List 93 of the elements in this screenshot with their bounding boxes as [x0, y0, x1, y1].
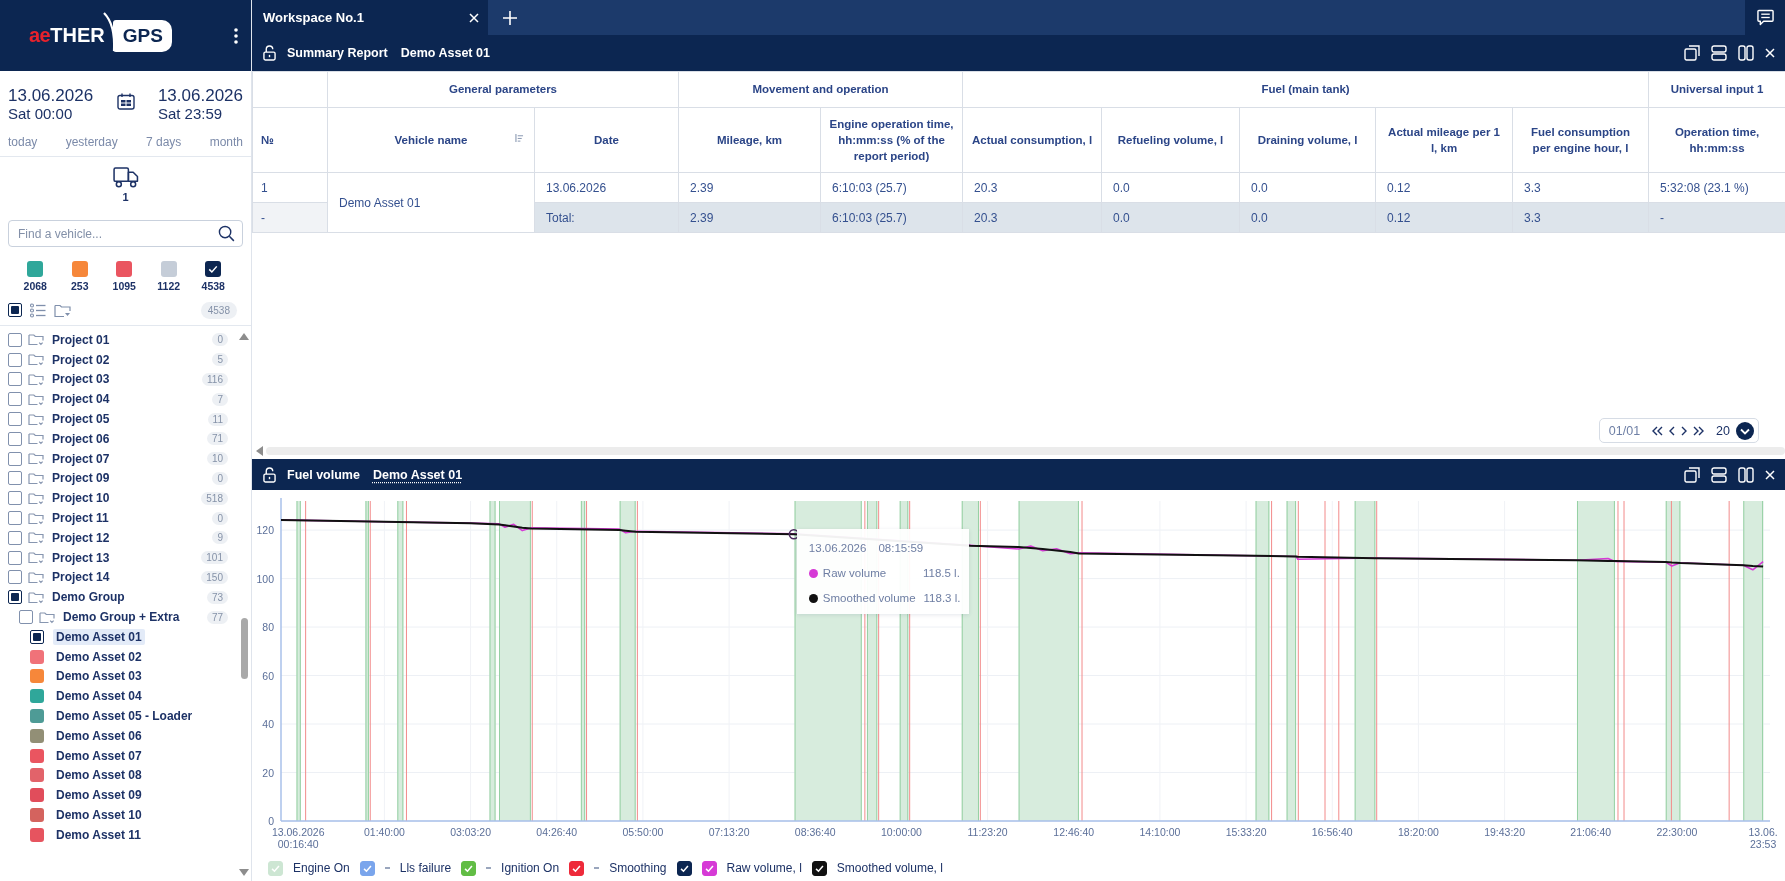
table-cell: 0.12: [1375, 172, 1513, 203]
count-badge: 0: [212, 511, 228, 525]
logo-wordmark: THER: [50, 24, 105, 47]
count-badge: 5: [212, 353, 228, 367]
tooltip-value: 118.5 l.: [922, 567, 960, 580]
count-badge: 0: [212, 471, 228, 485]
table-cell: 2.39: [678, 202, 821, 233]
filter-count: 1122: [157, 280, 181, 292]
axis-tick-label: 04:26:40: [536, 826, 578, 838]
count-badge: 10: [206, 452, 228, 466]
count-badge: 150: [201, 570, 228, 584]
axis-tick-label: 13.06.2026 00:16:40: [271, 826, 325, 850]
count-badge: 77: [206, 610, 228, 624]
table-cell: 3.3: [1512, 172, 1649, 203]
chart-title: Fuel volume: [287, 467, 360, 482]
table-cell: 3.3: [1512, 202, 1649, 233]
logo-badge: GPS: [112, 19, 172, 52]
filter-count: 1095: [112, 280, 136, 292]
column-header: №: [252, 107, 328, 173]
axis-tick-label: 60: [262, 669, 274, 682]
table-cell: 0.0: [1101, 172, 1240, 203]
count-badge: 518: [201, 491, 228, 505]
tooltip-value: 118.3 l.: [922, 592, 961, 605]
column-header: Engine operation time, hh:mm:ss (% of the report period): [820, 107, 963, 173]
column-header: Date: [534, 107, 679, 173]
axis-tick-label: 13.06. 23:53: [1748, 826, 1778, 850]
row-number: -: [252, 202, 328, 233]
table-cell: 0.0: [1101, 202, 1240, 233]
tooltip-time: 08:15:59: [878, 542, 924, 555]
axis-tick-label: 0: [268, 815, 274, 827]
count-badge: 7: [212, 392, 228, 406]
column-group-header: General parameters: [327, 71, 679, 108]
count-badge: 71: [206, 432, 228, 446]
axis-tick-label: 14:10:00: [1139, 826, 1181, 838]
filter-count: 2068: [23, 280, 47, 292]
axis-tick-label: 07:13:20: [708, 826, 750, 838]
filter-count: 4538: [201, 280, 225, 292]
table-cell: 20.3: [962, 202, 1102, 233]
tooltip-date: 13.06.2026: [808, 542, 867, 555]
axis-tick-label: 16:56:40: [1311, 826, 1353, 838]
axis-tick-label: 40: [262, 718, 274, 731]
axis-tick-label: 20: [262, 766, 274, 779]
column-header: Actual consumption, l: [962, 107, 1102, 173]
table-cell: Demo Asset 01: [327, 172, 535, 233]
axis-tick-label: 22:30:00: [1656, 826, 1698, 838]
total-count-badge: 4538: [200, 301, 237, 319]
axis-tick-label: 03:03:20: [450, 826, 491, 838]
axis-tick-label: 05:50:00: [622, 826, 664, 838]
column-group-header: Movement and operation: [678, 71, 963, 108]
table-cell: 0.0: [1239, 172, 1376, 203]
axis-tick-label: 15:33:20: [1225, 826, 1267, 838]
column-group-header: Universal input 1: [1648, 71, 1785, 108]
row-number: 1: [252, 172, 328, 203]
axis-tick-label: 120: [256, 524, 274, 537]
column-header: Draining volume, l: [1239, 107, 1376, 173]
column-header: Fuel consumption per engine hour, l: [1512, 107, 1649, 173]
table-cell: 2.39: [678, 172, 821, 203]
table-cell: 13.06.2026: [534, 172, 679, 203]
page-indicator: 01/01: [1608, 423, 1641, 438]
axis-tick-label: 01:40:00: [363, 826, 405, 838]
report-title: Summary Report: [287, 46, 388, 60]
axis-tick-label: 80: [262, 621, 274, 634]
count-badge: 73: [206, 590, 228, 604]
axis-tick-label: 100: [256, 572, 274, 585]
column-group-header: Fuel (main tank): [962, 71, 1649, 108]
table-cell: 6:10:03 (25.7): [820, 202, 963, 233]
count-badge: 101: [201, 551, 228, 565]
count-badge: 116: [202, 373, 228, 386]
table-cell: -: [1648, 202, 1785, 233]
column-header: Mileage, km: [678, 107, 821, 173]
filter-count: 253: [71, 280, 89, 292]
axis-tick-label: 12:46:40: [1053, 826, 1095, 838]
column-header: Actual mileage per 1 l, km: [1375, 107, 1513, 173]
axis-tick-label: 11:23:20: [967, 826, 1008, 838]
report-asset-name: Demo Asset 01: [400, 46, 490, 60]
table-cell: 20.3: [962, 172, 1102, 203]
tooltip-label: Smoothed volume: [822, 592, 916, 605]
column-header: Refueling volume, l: [1101, 107, 1240, 173]
axis-tick-label: 18:20:00: [1398, 826, 1439, 838]
table-cell: 6:10:03 (25.7): [820, 172, 963, 203]
axis-tick-label: 21:06:40: [1570, 826, 1612, 838]
logo-accent: ae: [29, 24, 51, 47]
axis-tick-label: 19:43:20: [1484, 826, 1526, 838]
tooltip-label: Raw volume: [822, 567, 887, 580]
count-badge: 11: [207, 412, 228, 426]
vehicle-count: 1: [122, 191, 129, 203]
count-badge: 9: [212, 531, 228, 545]
table-cell: 0.0: [1239, 202, 1376, 233]
table-cell: Total:: [534, 202, 679, 233]
axis-tick-label: 10:00:00: [881, 826, 922, 838]
table-cell: 0.12: [1375, 202, 1513, 233]
count-badge: 0: [212, 333, 228, 347]
axis-tick-label: 08:36:40: [794, 826, 836, 838]
